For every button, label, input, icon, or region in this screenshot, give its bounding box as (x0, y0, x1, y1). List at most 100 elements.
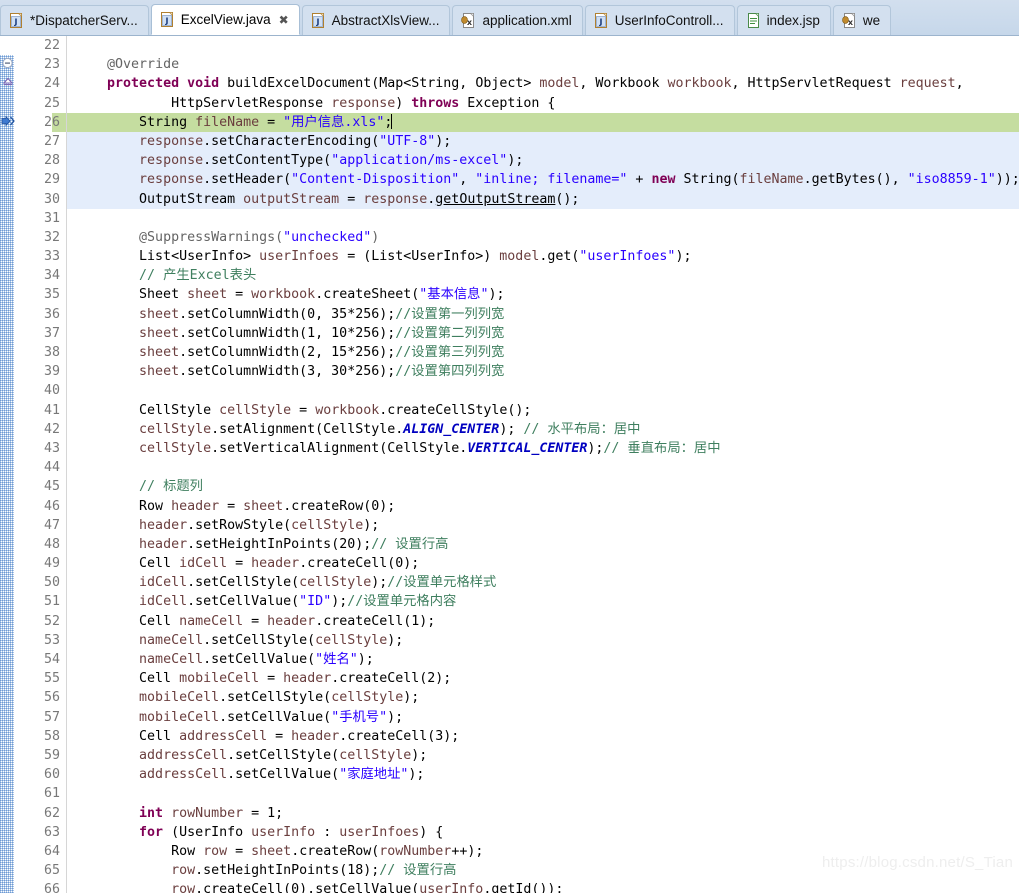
code-line[interactable]: Cell nameCell = header.createCell(1); (67, 612, 1019, 631)
code-line[interactable]: OutputStream outputStream = response.get… (67, 189, 1019, 209)
gutter-row: 54 (14, 650, 66, 669)
line-number: 39 (43, 364, 60, 380)
code-line[interactable]: @SuppressWarnings("unchecked") (67, 228, 1019, 247)
gutter-row: 32 (14, 228, 66, 247)
editor-tab-label: index.jsp (766, 12, 820, 28)
code-line[interactable]: idCell.setCellValue("ID");//设置单元格内容 (67, 592, 1019, 611)
code-text: response.setHeader("Content-Disposition"… (139, 172, 1019, 188)
editor-tab-4[interactable]: J UserInfoControll... (584, 5, 735, 35)
editor-tab-label: AbstractXlsView... (331, 12, 440, 28)
code-line[interactable]: Sheet sheet = workbook.createSheet("基本信息… (67, 285, 1019, 304)
gutter-row: 31 (14, 209, 66, 228)
code-line[interactable]: sheet.setColumnWidth(0, 35*256);//设置第一列列… (67, 305, 1019, 324)
code-line[interactable]: sheet.setColumnWidth(1, 10*256);//设置第二列列… (67, 324, 1019, 343)
code-line[interactable]: response.setCharacterEncoding("UTF-8"); (67, 131, 1019, 152)
annotation-ruler-column[interactable] (0, 36, 14, 893)
code-editor[interactable]: 22 23 24 25 26 27 28 29 30 31 32 33 34 35 36 37 38 39 40 41… (0, 36, 1019, 893)
code-text: response.setContentType("application/ms-… (139, 153, 524, 169)
line-number: 52 (43, 613, 60, 629)
editor-tab-0[interactable]: J *DispatcherServ... (0, 5, 149, 35)
gutter-row: 60 (14, 765, 66, 784)
override-icon[interactable] (1, 75, 15, 91)
java-file-icon: J (160, 11, 175, 28)
arrow-icon[interactable] (1, 114, 15, 130)
code-line[interactable]: nameCell.setCellValue("姓名"); (67, 650, 1019, 669)
close-icon[interactable]: ✖ (279, 14, 289, 26)
annotation-ruler-gap (0, 36, 14, 55)
line-number: 45 (43, 479, 60, 495)
code-line[interactable]: Row header = sheet.createRow(0); (67, 497, 1019, 516)
code-line[interactable]: idCell.setCellStyle(cellStyle);//设置单元格样式 (67, 573, 1019, 592)
code-text: row.createCell(0).setCellValue(userInfo.… (171, 882, 564, 893)
gutter-row: 64 (14, 842, 66, 861)
code-line[interactable]: row.createCell(0).setCellValue(userInfo.… (67, 880, 1019, 893)
code-line[interactable] (67, 784, 1019, 803)
code-line[interactable]: addressCell.setCellStyle(cellStyle); (67, 746, 1019, 765)
code-text-area[interactable]: @Override protected void buildExcelDocum… (67, 36, 1019, 893)
code-line[interactable] (67, 381, 1019, 400)
editor-tab-6[interactable]: x we (832, 5, 892, 35)
code-line[interactable]: int rowNumber = 1; (67, 804, 1019, 823)
gutter-row: 56 (14, 688, 66, 707)
code-text: List<UserInfo> userInfoes = (List<UserIn… (75, 249, 692, 265)
svg-text:x: x (467, 18, 473, 27)
code-line[interactable]: sheet.setColumnWidth(2, 15*256);//设置第三列列… (67, 343, 1019, 362)
code-text: mobileCell.setCellValue("手机号"); (139, 709, 404, 725)
gutter-row: 30 (14, 190, 66, 209)
code-text: header.setRowStyle(cellStyle); (139, 517, 380, 533)
editor-tab-label: application.xml (482, 12, 572, 28)
code-line[interactable]: response.setContentType("application/ms-… (67, 151, 1019, 171)
editor-tab-2[interactable]: J AbstractXlsView... (301, 5, 451, 35)
gutter-row: 63 (14, 823, 66, 842)
line-number: 63 (43, 824, 60, 840)
gutter-row: 59 (14, 746, 66, 765)
code-line[interactable]: mobileCell.setCellStyle(cellStyle); (67, 688, 1019, 707)
code-line[interactable]: String fileName = "用户信息.xls"; (67, 112, 1019, 132)
editor-tab-3[interactable]: x application.xml (452, 5, 583, 35)
line-number: 25 (43, 95, 60, 111)
gutter-row: 41 (14, 401, 66, 420)
code-line[interactable]: header.setRowStyle(cellStyle); (67, 516, 1019, 535)
code-line[interactable]: Cell idCell = header.createCell(0); (67, 554, 1019, 573)
code-line[interactable]: Cell addressCell = header.createCell(3); (67, 727, 1019, 746)
line-number: 22 (43, 38, 60, 53)
code-line[interactable] (67, 458, 1019, 477)
gutter-row: 61 (14, 784, 66, 803)
editor-tab-5[interactable]: index.jsp (736, 5, 831, 35)
code-text: idCell.setCellValue("ID");//设置单元格内容 (139, 594, 457, 610)
collapse-icon[interactable] (1, 56, 15, 72)
gutter-row: 65 (14, 861, 66, 880)
code-line[interactable]: HttpServletResponse response) throws Exc… (67, 94, 1019, 113)
gutter-row: 26 (1, 112, 66, 132)
code-line[interactable]: CellStyle cellStyle = workbook.createCel… (67, 401, 1019, 420)
code-line[interactable]: Row row = sheet.createRow(rowNumber++); (67, 842, 1019, 861)
code-text: Row row = sheet.createRow(rowNumber++); (75, 843, 484, 859)
code-line[interactable]: @Override (67, 55, 1019, 74)
code-line[interactable]: response.setHeader("Content-Disposition"… (67, 170, 1019, 190)
code-line[interactable]: addressCell.setCellValue("家庭地址"); (67, 765, 1019, 784)
line-number: 66 (43, 882, 60, 893)
code-text: cellStyle.setAlignment(CellStyle.ALIGN_C… (139, 421, 641, 437)
code-line[interactable]: nameCell.setCellStyle(cellStyle); (67, 631, 1019, 650)
code-line[interactable]: header.setHeightInPoints(20);// 设置行高 (67, 535, 1019, 554)
line-number: 61 (43, 786, 60, 802)
line-number: 57 (43, 709, 60, 725)
code-line[interactable]: cellStyle.setAlignment(CellStyle.ALIGN_C… (67, 420, 1019, 439)
code-line[interactable]: protected void buildExcelDocument(Map<St… (67, 74, 1019, 93)
code-line[interactable]: List<UserInfo> userInfoes = (List<UserIn… (67, 247, 1019, 266)
gutter-row: 45 (14, 477, 66, 496)
code-line[interactable]: // 标题列 (67, 477, 1019, 496)
code-text: // 标题列 (139, 479, 203, 495)
gutter-row: 36 (14, 305, 66, 324)
code-line[interactable]: Cell mobileCell = header.createCell(2); (67, 669, 1019, 688)
code-line[interactable]: mobileCell.setCellValue("手机号"); (67, 708, 1019, 727)
code-line[interactable]: // 产生Excel表头 (67, 266, 1019, 285)
editor-tab-1[interactable]: J ExcelView.java ✖ (150, 4, 300, 35)
code-line[interactable] (67, 209, 1019, 228)
code-line[interactable]: row.setHeightInPoints(18);// 设置行高 (67, 861, 1019, 880)
code-line[interactable]: for (UserInfo userInfo : userInfoes) { (67, 823, 1019, 842)
code-line[interactable] (67, 36, 1019, 55)
code-line[interactable]: sheet.setColumnWidth(3, 30*256);//设置第四列列… (67, 362, 1019, 381)
code-line[interactable]: cellStyle.setVerticalAlignment(CellStyle… (67, 439, 1019, 458)
gutter-row: 53 (14, 631, 66, 650)
